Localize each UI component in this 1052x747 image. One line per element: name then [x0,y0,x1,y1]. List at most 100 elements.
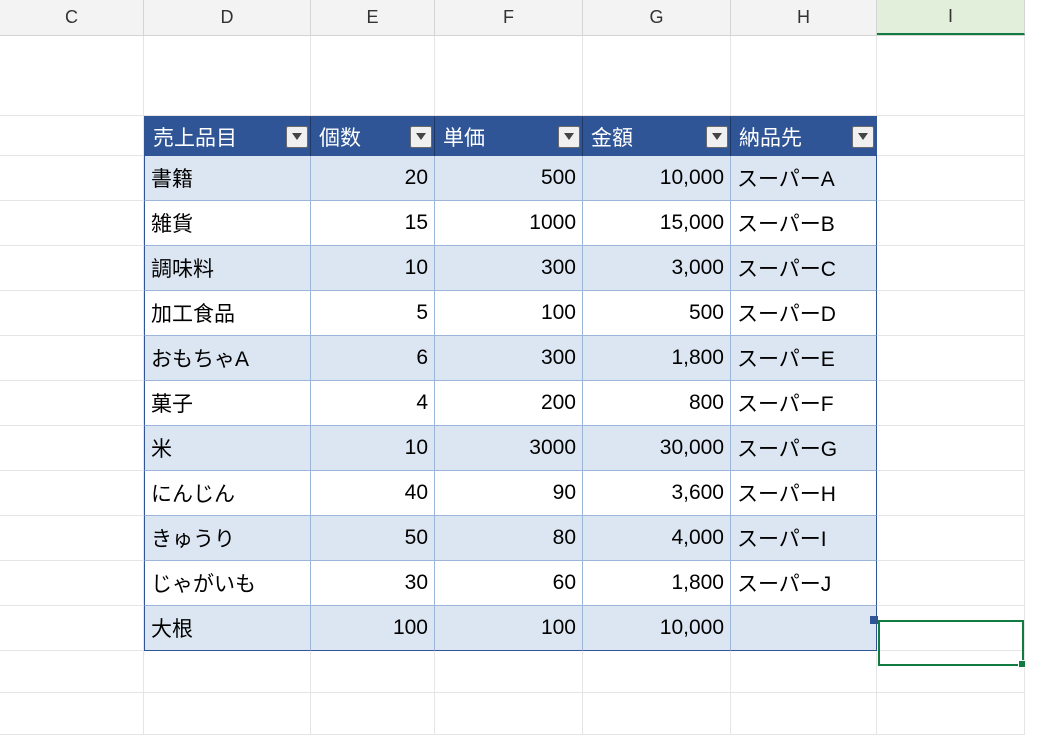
cell-amount[interactable]: 1,800 [583,561,731,606]
cell[interactable] [731,36,877,116]
cell[interactable] [877,471,1025,516]
cell[interactable] [0,471,144,516]
cell-item[interactable]: きゅうり [144,516,311,561]
col-header-i[interactable]: I [877,0,1025,35]
cell[interactable] [877,606,1025,651]
table-header-unit[interactable]: 単価 [435,116,583,156]
cell-item[interactable]: 加工食品 [144,291,311,336]
cell-qty[interactable]: 20 [311,156,435,201]
cell-unit[interactable]: 1000 [435,201,583,246]
cell[interactable] [877,246,1025,291]
cell[interactable] [0,381,144,426]
cell-qty[interactable]: 30 [311,561,435,606]
cell-item[interactable]: 米 [144,426,311,471]
cell[interactable] [0,201,144,246]
cell[interactable] [0,116,144,156]
cell-dest[interactable]: スーパーJ [731,561,877,606]
filter-button[interactable] [286,126,308,148]
cell[interactable] [583,36,731,116]
col-header-c[interactable]: C [0,0,144,35]
spreadsheet[interactable]: C D E F G H I 売上品目 個数 [0,0,1052,747]
cell-item[interactable]: 書籍 [144,156,311,201]
cell[interactable] [0,246,144,291]
cell[interactable] [0,156,144,201]
cell[interactable] [877,561,1025,606]
cell-amount[interactable]: 3,000 [583,246,731,291]
cell-qty[interactable]: 10 [311,426,435,471]
cell-unit[interactable]: 300 [435,336,583,381]
cell[interactable] [0,606,144,651]
cell[interactable] [0,36,144,116]
cell-item[interactable]: おもちゃA [144,336,311,381]
cell-dest[interactable]: スーパーH [731,471,877,516]
cell-amount[interactable]: 800 [583,381,731,426]
cell-amount[interactable]: 4,000 [583,516,731,561]
cell-unit[interactable]: 80 [435,516,583,561]
cell-unit[interactable]: 60 [435,561,583,606]
table-header-qty[interactable]: 個数 [311,116,435,156]
cell[interactable] [877,116,1025,156]
cell[interactable] [0,291,144,336]
cell-dest[interactable]: スーパーB [731,201,877,246]
cell[interactable] [0,651,144,693]
table-header-item[interactable]: 売上品目 [144,116,311,156]
cell-amount[interactable]: 500 [583,291,731,336]
cell-item[interactable]: 雑貨 [144,201,311,246]
cell[interactable] [144,36,311,116]
cell[interactable] [435,36,583,116]
cell-qty[interactable]: 100 [311,606,435,651]
cell-item[interactable]: 大根 [144,606,311,651]
cell[interactable] [583,693,731,735]
cell-amount[interactable]: 10,000 [583,156,731,201]
cell-qty[interactable]: 50 [311,516,435,561]
col-header-g[interactable]: G [583,0,731,35]
cell-qty[interactable]: 15 [311,201,435,246]
filter-button[interactable] [852,126,874,148]
cell-unit[interactable]: 500 [435,156,583,201]
cell-qty[interactable]: 40 [311,471,435,516]
cell-item[interactable]: じゃがいも [144,561,311,606]
cell[interactable] [311,36,435,116]
cell-unit[interactable]: 3000 [435,426,583,471]
col-header-h[interactable]: H [731,0,877,35]
cell[interactable] [311,651,435,693]
cell-amount[interactable]: 10,000 [583,606,731,651]
cell[interactable] [583,651,731,693]
cell-dest[interactable]: スーパーF [731,381,877,426]
cell-amount[interactable]: 1,800 [583,336,731,381]
cell-dest[interactable] [731,606,877,651]
cell-amount[interactable]: 3,600 [583,471,731,516]
cell-dest[interactable]: スーパーE [731,336,877,381]
table-resize-handle[interactable] [870,616,878,624]
cell-qty[interactable]: 10 [311,246,435,291]
cell[interactable] [0,561,144,606]
cell-dest[interactable]: スーパーG [731,426,877,471]
cell[interactable] [311,693,435,735]
cell[interactable] [877,426,1025,471]
cell[interactable] [144,693,311,735]
cell[interactable] [877,381,1025,426]
cell-amount[interactable]: 30,000 [583,426,731,471]
cell[interactable] [0,426,144,471]
cell-item[interactable]: 調味料 [144,246,311,291]
cell-unit[interactable]: 300 [435,246,583,291]
cell[interactable] [144,651,311,693]
filter-button[interactable] [706,126,728,148]
cell[interactable] [0,516,144,561]
table-header-dest[interactable]: 納品先 [731,116,877,156]
cell-unit[interactable]: 100 [435,606,583,651]
cell-dest[interactable]: スーパーA [731,156,877,201]
filter-button[interactable] [410,126,432,148]
cell-amount[interactable]: 15,000 [583,201,731,246]
cell-item[interactable]: にんじん [144,471,311,516]
cell[interactable] [877,291,1025,336]
cell-item[interactable]: 菓子 [144,381,311,426]
cell-unit[interactable]: 100 [435,291,583,336]
cell[interactable] [877,651,1025,693]
cell[interactable] [0,693,144,735]
cell[interactable] [435,651,583,693]
cell-dest[interactable]: スーパーD [731,291,877,336]
col-header-d[interactable]: D [144,0,311,35]
cell-qty[interactable]: 4 [311,381,435,426]
cell[interactable] [877,156,1025,201]
